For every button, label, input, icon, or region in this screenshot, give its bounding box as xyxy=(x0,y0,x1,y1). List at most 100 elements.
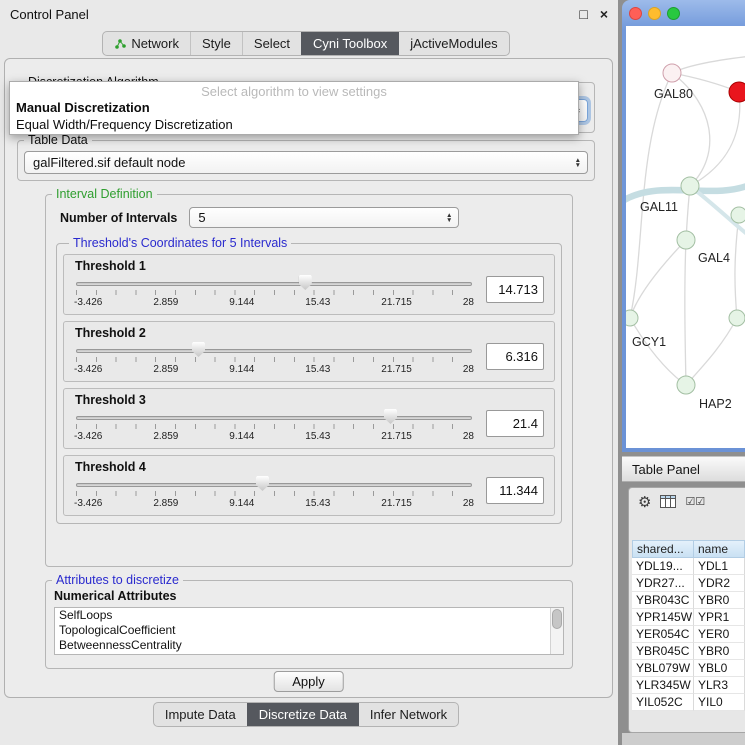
titlebar: Control Panel □ × xyxy=(0,0,618,28)
scale-label: 9.144 xyxy=(229,297,254,308)
cell[interactable]: YBR0 xyxy=(694,592,745,609)
threshold-2-box: Threshold 2 -3.4262.8599.14415.4321.7152… xyxy=(63,321,555,382)
tab-jactivemodules[interactable]: jActiveModules xyxy=(398,32,508,55)
cell[interactable]: YBR043C xyxy=(632,592,694,609)
slider-thumb[interactable] xyxy=(256,476,269,491)
scale-label: 21.715 xyxy=(381,364,412,375)
scale-label: 15.43 xyxy=(305,297,330,308)
network-node[interactable] xyxy=(729,310,745,326)
network-node-selected[interactable] xyxy=(729,82,745,102)
node-label: GCY1 xyxy=(632,335,666,349)
table-row[interactable]: YBR043CYBR0 xyxy=(632,592,745,609)
table-row[interactable]: YLR345WYLR3 xyxy=(632,677,745,694)
slider-scale: -3.4262.8599.14415.4321.71528 xyxy=(74,297,474,308)
cell[interactable]: YIL0 xyxy=(694,694,745,711)
cell[interactable]: YBR0 xyxy=(694,643,745,660)
float-window-icon[interactable]: □ xyxy=(579,6,587,22)
column-header-name[interactable]: name xyxy=(694,540,745,558)
scale-label: 9.144 xyxy=(229,364,254,375)
table-row[interactable]: YDR27...YDR2 xyxy=(632,575,745,592)
threshold-2-slider[interactable]: -3.4262.8599.14415.4321.71528 xyxy=(74,341,474,379)
slider-thumb[interactable] xyxy=(384,409,397,424)
cell[interactable]: YLR345W xyxy=(632,677,694,694)
cell[interactable]: YPR1 xyxy=(694,609,745,626)
cell[interactable]: YER0 xyxy=(694,626,745,643)
table-row[interactable]: YBR045CYBR0 xyxy=(632,643,745,660)
cell[interactable]: YBR045C xyxy=(632,643,694,660)
cell[interactable]: YDL19... xyxy=(632,558,694,575)
cell[interactable]: YBL0 xyxy=(694,660,745,677)
numerical-attributes-list[interactable]: SelfLoops TopologicalCoefficient Between… xyxy=(54,607,564,655)
columns-icon[interactable] xyxy=(660,495,676,508)
threshold-2-value[interactable]: 6.316 xyxy=(486,343,544,370)
network-canvas[interactable]: GAL80 GAL11 GAL4 GCY1 HAP2 xyxy=(626,26,745,448)
cell[interactable]: YIL052C xyxy=(632,694,694,711)
network-node[interactable] xyxy=(731,207,745,223)
network-node-gal4[interactable] xyxy=(677,231,695,249)
threshold-3-slider[interactable]: -3.4262.8599.14415.4321.71528 xyxy=(74,408,474,446)
tab-label: Cyni Toolbox xyxy=(313,36,387,51)
threshold-1-value[interactable]: 14.713 xyxy=(486,276,544,303)
tab-style[interactable]: Style xyxy=(190,32,242,55)
tab-network[interactable]: Network xyxy=(103,32,190,55)
zoom-traffic-light[interactable] xyxy=(667,7,680,20)
control-panel-window: Control Panel □ × Network Style Select C… xyxy=(0,0,618,745)
close-traffic-light[interactable] xyxy=(629,7,642,20)
tab-impute-data[interactable]: Impute Data xyxy=(154,703,247,726)
network-node-gcy1[interactable] xyxy=(626,310,638,326)
table-header-row: shared... name xyxy=(632,540,745,558)
cell[interactable]: YLR3 xyxy=(694,677,745,694)
scrollbar-thumb[interactable] xyxy=(552,609,562,629)
threshold-3-value[interactable]: 21.4 xyxy=(486,410,544,437)
cell[interactable]: YDL1 xyxy=(694,558,745,575)
close-icon[interactable]: × xyxy=(600,6,608,22)
node-label: HAP2 xyxy=(699,397,732,411)
threshold-4-value[interactable]: 11.344 xyxy=(486,477,544,504)
network-icon xyxy=(114,38,126,50)
dropdown-option-manual-discretization[interactable]: Manual Discretization xyxy=(10,99,578,116)
scale-label: 28 xyxy=(463,431,474,442)
combo-value: 5 xyxy=(198,210,205,225)
list-item[interactable]: BetweennessCentrality xyxy=(55,638,563,653)
scale-label: 15.43 xyxy=(305,498,330,509)
network-node-hap2[interactable] xyxy=(677,376,695,394)
scale-label: 28 xyxy=(463,364,474,375)
cell[interactable]: YER054C xyxy=(632,626,694,643)
number-of-intervals-combo[interactable]: 5 ▲▼ xyxy=(189,207,459,228)
cell[interactable]: YDR27... xyxy=(632,575,694,592)
tab-select[interactable]: Select xyxy=(242,32,301,55)
threshold-4-slider[interactable]: -3.4262.8599.14415.4321.71528 xyxy=(74,475,474,513)
dropdown-option-equal-width[interactable]: Equal Width/Frequency Discretization xyxy=(10,116,578,133)
scale-label: 21.715 xyxy=(381,297,412,308)
slider-thumb[interactable] xyxy=(192,342,205,357)
cell[interactable]: YPR145W xyxy=(632,609,694,626)
cell[interactable]: YDR2 xyxy=(694,575,745,592)
threshold-1-slider[interactable]: -3.4262.8599.14415.4321.71528 xyxy=(74,274,474,312)
apply-button[interactable]: Apply xyxy=(273,671,344,692)
list-scrollbar[interactable] xyxy=(550,608,563,654)
network-node-gal11[interactable] xyxy=(681,177,699,195)
tab-cyni-toolbox[interactable]: Cyni Toolbox xyxy=(301,32,398,55)
cell[interactable]: YBL079W xyxy=(632,660,694,677)
combo-arrows-icon: ▲▼ xyxy=(575,158,587,168)
table-row[interactable]: YPR145WYPR1 xyxy=(632,609,745,626)
column-header-shared-name[interactable]: shared... xyxy=(632,540,694,558)
tab-infer-network[interactable]: Infer Network xyxy=(358,703,458,726)
slider-track xyxy=(76,349,472,353)
minimize-traffic-light[interactable] xyxy=(648,7,661,20)
gear-icon[interactable]: ⚙ xyxy=(638,493,651,511)
table-row[interactable]: YBL079WYBL0 xyxy=(632,660,745,677)
tab-discretize-data[interactable]: Discretize Data xyxy=(247,703,358,726)
network-node-gal80[interactable] xyxy=(663,64,681,82)
table-data-combo[interactable]: galFiltered.sif default node ▲▼ xyxy=(24,151,588,174)
select-columns-icon[interactable]: ☑☑ xyxy=(685,495,705,508)
list-item[interactable]: SelfLoops xyxy=(55,608,563,623)
table-row[interactable]: YIL052CYIL0 xyxy=(632,694,745,711)
table-panel-title: Table Panel xyxy=(632,462,700,477)
number-of-intervals-label: Number of Intervals xyxy=(60,211,177,225)
table-row[interactable]: YER054CYER0 xyxy=(632,626,745,643)
list-item[interactable]: TopologicalCoefficient xyxy=(55,623,563,638)
table-row[interactable]: YDL19...YDL1 xyxy=(632,558,745,575)
slider-ticks xyxy=(76,357,472,362)
slider-thumb[interactable] xyxy=(299,275,312,290)
